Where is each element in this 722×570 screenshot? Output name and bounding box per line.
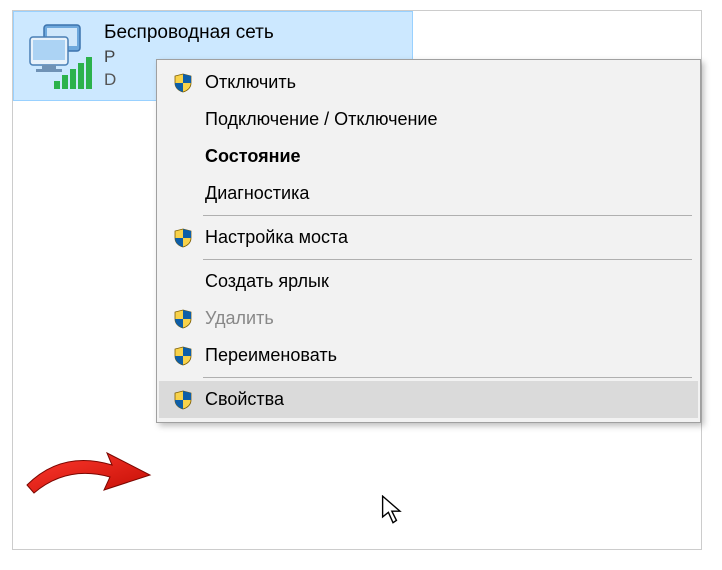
network-adapter-icon — [24, 21, 94, 91]
menu-separator — [203, 377, 692, 378]
menu-item-create-shortcut[interactable]: Создать ярлык — [159, 263, 698, 300]
uac-shield-icon — [169, 228, 197, 248]
menu-item-delete: Удалить — [159, 300, 698, 337]
menu-separator — [203, 215, 692, 216]
menu-label: Свойства — [205, 389, 284, 410]
menu-label: Состояние — [205, 146, 301, 167]
menu-item-properties[interactable]: Свойства — [159, 381, 698, 418]
menu-label: Создать ярлык — [205, 271, 329, 292]
context-menu: Отключить Подключение / Отключение Состо… — [156, 59, 701, 423]
menu-label: Отключить — [205, 72, 296, 93]
uac-shield-icon — [169, 390, 197, 410]
menu-item-rename[interactable]: Переименовать — [159, 337, 698, 374]
menu-item-connect-disconnect[interactable]: Подключение / Отключение — [159, 101, 698, 138]
menu-separator — [203, 259, 692, 260]
uac-shield-icon — [169, 346, 197, 366]
menu-item-disable[interactable]: Отключить — [159, 64, 698, 101]
menu-label: Настройка моста — [205, 227, 348, 248]
uac-shield-icon — [169, 73, 197, 93]
menu-label: Диагностика — [205, 183, 309, 204]
menu-label: Подключение / Отключение — [205, 109, 437, 130]
adapter-title: Беспроводная сеть — [104, 20, 274, 46]
menu-item-status[interactable]: Состояние — [159, 138, 698, 175]
menu-label: Переименовать — [205, 345, 337, 366]
menu-label: Удалить — [205, 308, 274, 329]
menu-item-diagnostics[interactable]: Диагностика — [159, 175, 698, 212]
network-connections-window: Беспроводная сеть P D Отключить Подключе… — [12, 10, 702, 550]
menu-item-bridge[interactable]: Настройка моста — [159, 219, 698, 256]
uac-shield-icon — [169, 309, 197, 329]
